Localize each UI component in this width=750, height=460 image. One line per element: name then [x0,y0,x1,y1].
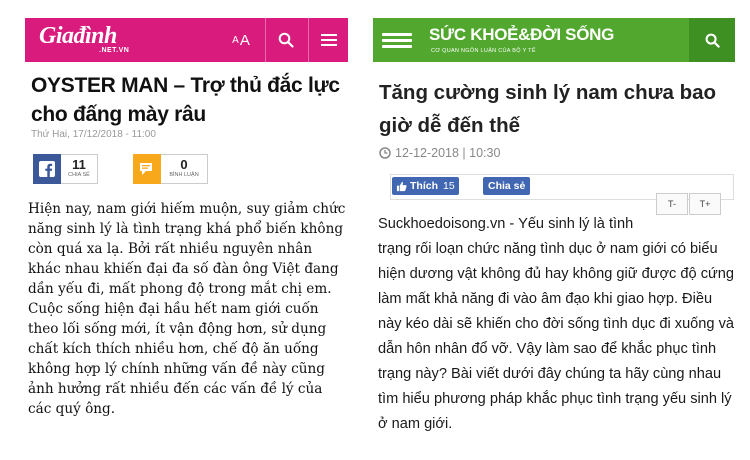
search-button[interactable] [265,18,306,62]
right-header: SỨC KHOẺ&ĐỜI SỐNG CƠ QUAN NGÔN LUẬN CỦA … [373,18,735,62]
menu-button[interactable] [308,18,349,62]
comment-button[interactable]: 0 BÌNH LUẬN [133,154,208,184]
site-logo-sub: CƠ QUAN NGÔN LUẬN CỦA BỘ Y TẾ [431,48,536,54]
article-text: trạng rối loạn chức năng tình dục ở nam … [378,241,735,432]
share-label: CHIA SẺ [68,172,90,178]
like-count: 15 [443,180,455,192]
article-lead: Suckhoedoisong.vn - Yếu sinh lý là tình [378,216,634,232]
left-header: Giađình .NET.VN AA [25,18,348,62]
share-button[interactable]: Chia sẻ [483,177,531,195]
share-count: 11 [72,157,86,172]
search-button[interactable] [689,18,735,62]
comment-label: BÌNH LUẬN [169,172,199,178]
search-icon [705,33,720,48]
comment-icon [133,154,161,184]
comment-count-box: 0 BÌNH LUẬN [161,154,208,184]
article-title: Tăng cường sinh lý nam chưa bao giờ dễ đ… [379,81,717,137]
search-icon [278,32,294,48]
share-count-box: 11 CHIA SẺ [61,154,98,184]
comment-count: 0 [180,157,188,172]
clock-icon [379,147,391,159]
article-date: Thứ Hai, 17/12/2018 - 11:00 [31,129,156,140]
menu-icon[interactable] [382,33,412,48]
article-date: 12-12-2018 | 10:30 [379,146,500,160]
like-label: Thích [410,180,438,192]
font-size-small: A [232,34,239,46]
thumbs-up-icon [396,181,407,191]
article-body: Suckhoedoisong.vn - Yếu sinh lý là tình … [378,212,734,437]
site-logo[interactable]: SỨC KHOẺ&ĐỜI SỐNG [429,25,614,45]
facebook-icon [33,154,61,184]
font-size-big: A [239,31,250,49]
like-button[interactable]: Thích 15 [392,177,459,195]
menu-icon [321,34,337,46]
date-text: 12-12-2018 | 10:30 [395,146,501,160]
left-article-panel: Giađình .NET.VN AA OYSTER MAN – Trợ thủ … [25,18,348,448]
right-article-panel: SỨC KHOẺ&ĐỜI SỐNG CƠ QUAN NGÔN LUẬN CỦA … [373,18,735,448]
font-size-button[interactable]: AA [221,18,261,62]
article-body: Hiện nay, nam giới hiếm muộn, suy giảm c… [28,201,346,417]
facebook-share-button[interactable]: 11 CHIA SẺ [33,154,98,184]
site-logo[interactable]: Giađình [39,24,117,48]
article-title: OYSTER MAN – Trợ thủ đắc lực cho đấng mà… [31,74,340,126]
site-logo-sub: .NET.VN [99,47,130,54]
